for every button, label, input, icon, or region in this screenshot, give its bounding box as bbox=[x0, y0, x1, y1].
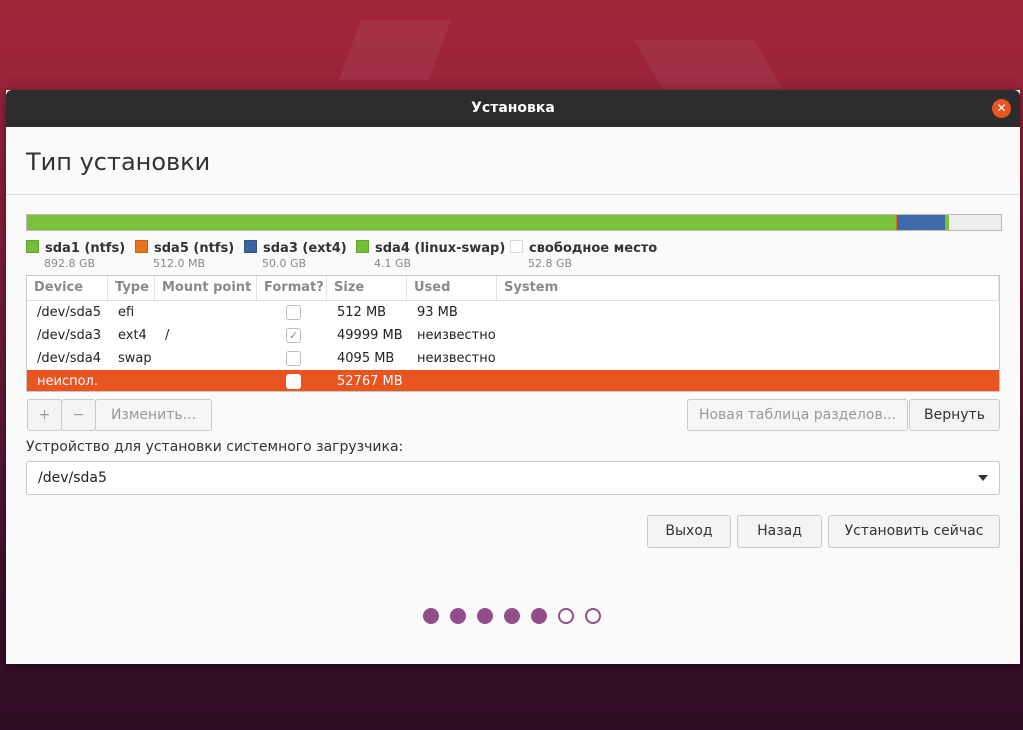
table-row[interactable]: /dev/sda3 ext4 / ✓ 49999 MB неизвестно bbox=[27, 324, 999, 347]
page-title: Тип установки bbox=[26, 148, 211, 176]
title-bar: Установка ✕ bbox=[6, 90, 1020, 127]
cell-device: /dev/sda5 bbox=[37, 305, 101, 320]
legend-name: sda1 (ntfs) bbox=[45, 241, 126, 256]
legend-swatch bbox=[26, 240, 39, 253]
format-checkbox[interactable] bbox=[286, 374, 301, 389]
progress-dot bbox=[558, 608, 574, 624]
close-icon[interactable]: ✕ bbox=[992, 99, 1011, 118]
column-header[interactable]: Used bbox=[407, 276, 497, 300]
remove-partition-button[interactable]: − bbox=[61, 399, 96, 431]
cell-used: 93 MB bbox=[417, 305, 458, 320]
back-button[interactable]: Назад bbox=[737, 515, 822, 548]
cell-type: efi bbox=[118, 305, 135, 320]
cell-size: 4095 MB bbox=[337, 351, 395, 366]
legend-size: 50.0 GB bbox=[262, 257, 307, 270]
background-shape bbox=[339, 20, 451, 80]
installer-window: Установка ✕ Тип установки sda1 (ntfs) 892… bbox=[6, 90, 1020, 664]
legend-item: sda1 (ntfs) 892.8 GB bbox=[26, 237, 125, 270]
quit-button[interactable]: Выход bbox=[647, 515, 731, 548]
new-partition-table-button[interactable]: Новая таблица разделов... bbox=[687, 399, 908, 431]
cell-mount bbox=[158, 301, 165, 324]
legend-swatch bbox=[244, 240, 257, 253]
table-row[interactable]: неиспол. 52767 MB bbox=[27, 370, 999, 391]
legend-name: свободное место bbox=[529, 241, 658, 256]
cell-system bbox=[500, 324, 507, 347]
legend-name: sda3 (ext4) bbox=[263, 241, 347, 256]
background-shape bbox=[634, 40, 786, 95]
window-title: Установка bbox=[471, 100, 555, 116]
progress-dot bbox=[450, 608, 466, 624]
legend-item: свободное место 52.8 GB bbox=[510, 237, 657, 270]
progress-dot bbox=[585, 608, 601, 624]
progress-dot bbox=[423, 608, 439, 624]
bootloader-device-select[interactable]: /dev/sda5 bbox=[26, 461, 1000, 495]
cell-system bbox=[500, 370, 507, 391]
partition-bar-segment-sda1 bbox=[27, 215, 897, 230]
chevron-down-icon bbox=[978, 475, 988, 481]
legend-name: sda4 (linux-swap) bbox=[375, 241, 506, 256]
format-checkbox[interactable]: ✓ bbox=[286, 328, 301, 343]
install-now-button[interactable]: Установить сейчас bbox=[828, 515, 1000, 548]
format-checkbox[interactable] bbox=[286, 305, 301, 320]
partition-table[interactable]: Device Type Mount point Format? Size Used Syst… bbox=[26, 275, 1000, 392]
legend-swatch bbox=[135, 240, 148, 253]
cell-device: /dev/sda4 bbox=[37, 351, 101, 366]
cell-type bbox=[111, 370, 118, 391]
column-header[interactable]: Size bbox=[327, 276, 407, 300]
progress-dot bbox=[504, 608, 520, 624]
bootloader-label: Устройство для установки системного загр… bbox=[26, 439, 404, 455]
cell-mount: / bbox=[165, 328, 170, 343]
bootloader-device-value: /dev/sda5 bbox=[38, 470, 107, 486]
column-header[interactable]: Format? bbox=[257, 276, 327, 300]
cell-size: 512 MB bbox=[337, 305, 387, 320]
legend-swatch bbox=[356, 240, 369, 253]
table-header: Device Type Mount point Format? Size Used Syst… bbox=[27, 276, 999, 301]
column-header[interactable]: Device bbox=[27, 276, 108, 300]
legend-item: sda5 (ntfs) 512.0 MB bbox=[135, 237, 234, 270]
legend-size: 512.0 MB bbox=[153, 257, 206, 270]
cell-device: /dev/sda3 bbox=[37, 328, 101, 343]
progress-dot bbox=[531, 608, 547, 624]
partition-bar bbox=[26, 214, 1002, 231]
cell-device: неиспол. bbox=[37, 374, 98, 389]
cell-size: 52767 MB bbox=[337, 374, 403, 389]
cell-system bbox=[500, 347, 507, 370]
legend-size: 52.8 GB bbox=[528, 257, 573, 270]
partition-legend: sda1 (ntfs) 892.8 GB sda5 (ntfs) 512.0 MB sd… bbox=[26, 237, 1006, 270]
partition-bar-segment-free bbox=[949, 215, 1001, 230]
column-header[interactable]: System bbox=[497, 276, 999, 300]
legend-item: sda4 (linux-swap) 4.1 GB bbox=[356, 237, 505, 270]
cell-mount bbox=[158, 370, 165, 391]
legend-size: 892.8 GB bbox=[44, 257, 96, 270]
cell-size: 49999 MB bbox=[337, 328, 403, 343]
legend-size: 4.1 GB bbox=[374, 257, 412, 270]
table-row[interactable]: /dev/sda5 efi 512 MB 93 MB bbox=[27, 301, 999, 324]
cell-type: ext4 bbox=[118, 328, 147, 343]
change-partition-button[interactable]: Изменить... bbox=[95, 399, 212, 431]
format-checkbox[interactable] bbox=[286, 351, 301, 366]
cell-used: неизвестно bbox=[417, 351, 496, 366]
cell-used bbox=[410, 370, 417, 391]
partition-bar-segment-sda3 bbox=[896, 215, 946, 230]
legend-swatch bbox=[510, 240, 523, 253]
column-header[interactable]: Type bbox=[108, 276, 155, 300]
progress-dots bbox=[423, 608, 601, 624]
cell-mount bbox=[158, 347, 165, 370]
legend-name: sda5 (ntfs) bbox=[154, 241, 235, 256]
table-body: /dev/sda5 efi 512 MB 93 MB/dev/sda3 ext4 / ✓ 49… bbox=[27, 301, 999, 391]
legend-item: sda3 (ext4) 50.0 GB bbox=[244, 237, 347, 270]
cell-type: swap bbox=[118, 351, 152, 366]
cell-system bbox=[500, 301, 507, 324]
divider bbox=[6, 194, 1020, 195]
column-header[interactable]: Mount point bbox=[155, 276, 257, 300]
revert-button[interactable]: Вернуть bbox=[909, 399, 1000, 431]
add-partition-button[interactable]: + bbox=[27, 399, 62, 431]
progress-dot bbox=[477, 608, 493, 624]
table-row[interactable]: /dev/sda4 swap 4095 MB неизвестно bbox=[27, 347, 999, 370]
cell-used: неизвестно bbox=[417, 328, 496, 343]
